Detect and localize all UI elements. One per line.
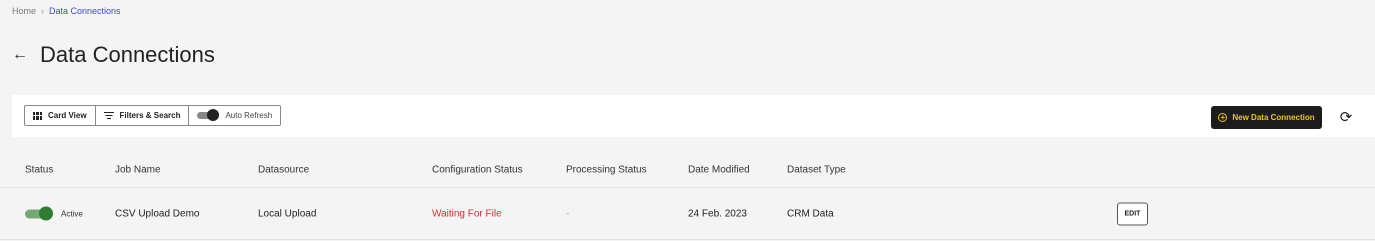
card-view-button[interactable]: Card View [25,106,96,125]
card-view-label: Card View [48,111,87,120]
grid-icon [33,111,42,120]
page-title: Data Connections [40,42,215,67]
breadcrumb: Home › Data Connections [12,6,121,16]
column-header-date-modified: Date Modified [688,164,750,175]
new-data-connection-label: New Data Connection [1232,113,1315,122]
filter-icon [103,112,114,119]
edit-button[interactable]: EDIT [1117,202,1148,225]
dataset-type: CRM Data [787,208,834,219]
back-arrow-icon[interactable]: ← [12,46,28,64]
job-name: CSV Upload Demo [115,208,200,219]
column-header-job-name: Job Name [115,164,161,175]
view-controls: Card View Filters & Search Auto Refresh [24,105,282,126]
table-header: Status Job Name Datasource Configuration… [0,152,1375,188]
breadcrumb-separator: › [41,6,45,16]
table-row: Active CSV Upload Demo Local Upload Wait… [0,188,1375,240]
status-cell: Active [25,206,83,220]
status-toggle[interactable] [25,206,53,220]
plus-circle-icon: + [1218,113,1228,122]
column-header-datasource: Datasource [258,164,310,175]
toolbar: Card View Filters & Search Auto Refresh … [12,95,1375,137]
configuration-status: Waiting For File [432,208,502,219]
breadcrumb-home[interactable]: Home [12,6,36,16]
page-header: ← Data Connections [12,42,215,68]
processing-status: - [566,208,570,219]
filters-search-button[interactable]: Filters & Search [96,106,190,125]
status-label: Active [61,209,83,218]
auto-refresh-label: Auto Refresh [225,111,273,120]
auto-refresh-control: Auto Refresh [189,106,280,125]
new-data-connection-button[interactable]: + New Data Connection [1211,106,1322,129]
column-header-processing-status: Processing Status [566,164,647,175]
date-modified: 24 Feb. 2023 [688,208,747,219]
column-header-configuration-status: Configuration Status [432,164,523,175]
auto-refresh-toggle[interactable] [197,109,220,121]
column-header-dataset-type: Dataset Type [787,164,846,175]
column-header-status: Status [25,164,54,175]
refresh-icon[interactable]: ⟳ [1336,107,1356,127]
breadcrumb-current[interactable]: Data Connections [49,6,121,16]
filters-label: Filters & Search [119,111,181,120]
datasource: Local Upload [258,208,317,219]
